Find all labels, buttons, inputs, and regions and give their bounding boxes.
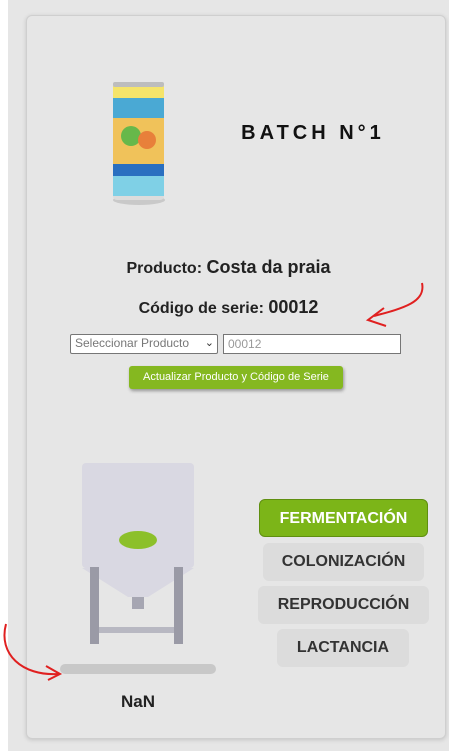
batch-title: BATCH N°1 [241,122,385,144]
beer-can-image [113,82,165,205]
product-select[interactable]: Seleccionar Producto ⌄ [70,334,218,354]
product-select-value: Seleccionar Producto [75,336,190,350]
annotation-arrow-icon [3,623,63,681]
tank-reading: NaN [120,692,155,711]
stage-button-lactancia[interactable]: LACTANCIA [277,629,409,667]
stage-button-fermentacion[interactable]: FERMENTACIÓN [259,499,428,537]
serial-value: 00012 [268,297,319,317]
chevron-down-icon: ⌄ [204,337,214,349]
annotation-arrow-icon [365,282,424,327]
level-bar-track [60,664,216,674]
stage-button-reproduccion[interactable]: REPRODUCCIÓN [258,586,429,624]
product-label: Producto: [126,260,203,277]
serial-input[interactable] [223,334,401,354]
update-product-button[interactable]: Actualizar Producto y Código de Serie [129,366,343,389]
product-name: Costa da praia [206,257,331,277]
fermenter-tank-icon [60,463,216,674]
serial-label: Código de serie: [138,300,264,317]
stage-button-colonizacion[interactable]: COLONIZACIÓN [263,543,424,581]
product-line: Producto: Costa da praia [0,257,457,278]
